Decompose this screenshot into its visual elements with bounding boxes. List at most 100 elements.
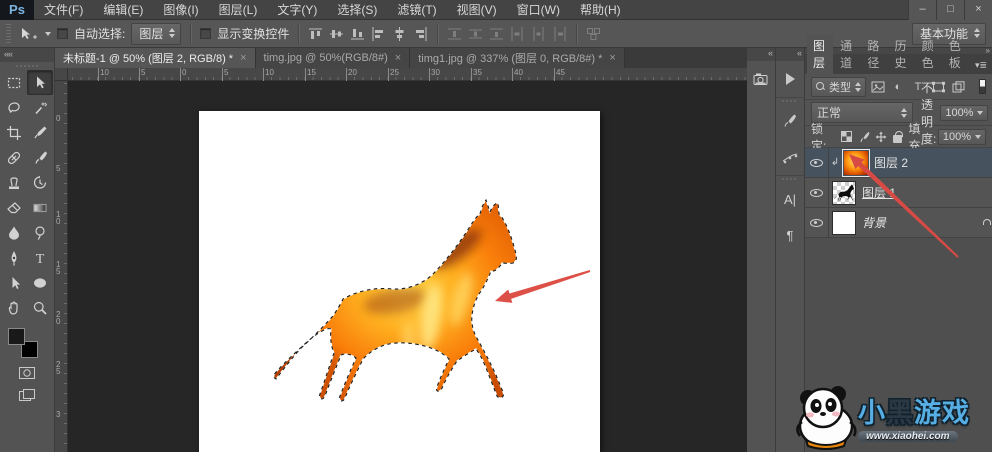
character-panel-icon[interactable]: A| — [778, 187, 802, 211]
background-thumbnail[interactable] — [832, 211, 856, 235]
tool-eraser[interactable] — [1, 195, 27, 220]
tool-lasso[interactable] — [1, 95, 27, 120]
tool-spot-healing-brush[interactable] — [1, 145, 27, 170]
filter-pixel-layers-icon[interactable] — [870, 79, 886, 94]
fill-dropdown[interactable]: 100% — [938, 129, 986, 145]
menu-edit[interactable]: 编辑(E) — [93, 0, 153, 20]
horizontal-ruler[interactable]: 10 5 0 5 10 15 20 25 30 35 40 45 — [68, 68, 747, 81]
filter-smart-objects-icon[interactable] — [950, 79, 966, 94]
visibility-cell[interactable] — [805, 208, 829, 237]
align-horizontal-centers-icon[interactable] — [392, 27, 407, 41]
tool-ellipse-shape[interactable] — [27, 270, 53, 295]
layer-name[interactable]: 图层 1 — [862, 184, 896, 201]
tool-move[interactable] — [27, 70, 53, 95]
brush-presets-panel-icon[interactable] — [778, 145, 802, 169]
document-tab-timg1[interactable]: timg1.jpg @ 337% (图层 0, RGB/8#) * × — [410, 48, 625, 68]
tool-brush[interactable] — [27, 145, 53, 170]
menu-type[interactable]: 文字(Y) — [267, 0, 327, 20]
quick-mask-icon[interactable] — [18, 366, 36, 380]
tab-color[interactable]: 颜色 — [916, 35, 942, 74]
opacity-dropdown[interactable]: 100% — [940, 105, 988, 121]
menu-file[interactable]: 文件(F) — [34, 0, 93, 20]
filter-kind-dropdown[interactable]: 类型 — [811, 77, 866, 97]
menu-layer[interactable]: 图层(L) — [209, 0, 268, 20]
close-button[interactable]: × — [964, 0, 992, 20]
tool-eyedropper[interactable] — [27, 120, 53, 145]
menu-select[interactable]: 选择(S) — [327, 0, 387, 20]
move-tool-icon[interactable] — [17, 26, 39, 42]
menu-image[interactable]: 图像(I) — [153, 0, 208, 20]
visibility-cell[interactable] — [805, 178, 829, 207]
tool-path-selection[interactable] — [1, 270, 27, 295]
eye-icon[interactable] — [810, 159, 823, 167]
tool-magic-wand[interactable] — [27, 95, 53, 120]
tool-zoom[interactable] — [27, 295, 53, 320]
eye-icon[interactable] — [810, 189, 823, 197]
tool-history-brush[interactable] — [27, 170, 53, 195]
distribute-bottom-icon[interactable] — [489, 27, 504, 41]
tool-gradient[interactable] — [27, 195, 53, 220]
eye-icon[interactable] — [810, 219, 823, 227]
tool-blur[interactable] — [1, 220, 27, 245]
menu-window[interactable]: 窗口(W) — [507, 0, 570, 20]
document-canvas[interactable] — [199, 111, 600, 452]
tab-close-icon[interactable]: × — [240, 52, 246, 64]
actions-panel-icon[interactable] — [778, 67, 802, 91]
panel-menu-icon[interactable]: ▾≣ — [970, 60, 992, 74]
tool-crop[interactable] — [1, 120, 27, 145]
menu-help[interactable]: 帮助(H) — [570, 0, 631, 20]
tool-dodge[interactable] — [27, 220, 53, 245]
tool-hand[interactable] — [1, 295, 27, 320]
lock-position-icon[interactable] — [874, 130, 887, 143]
distribute-top-icon[interactable] — [447, 27, 462, 41]
layer-name[interactable]: 图层 2 — [874, 154, 908, 171]
menu-filter[interactable]: 滤镜(T) — [387, 0, 446, 20]
distribute-vcenter-icon[interactable] — [468, 27, 483, 41]
brush-panel-icon[interactable] — [778, 109, 802, 133]
tab-paths[interactable]: 路径 — [861, 35, 887, 74]
tab-history[interactable]: 历史 — [888, 35, 914, 74]
layer1-thumbnail[interactable] — [832, 181, 856, 205]
document-tab-untitled[interactable]: 未标题-1 @ 50% (图层 2, RGB/8) * × — [55, 48, 256, 68]
tab-layers[interactable]: 图层 — [807, 35, 833, 74]
auto-align-layers-icon[interactable] — [586, 27, 601, 41]
document-tab-timg[interactable]: timg.jpg @ 50%(RGB/8#) × — [256, 48, 411, 68]
align-right-edges-icon[interactable] — [413, 27, 428, 41]
align-vertical-centers-icon[interactable] — [329, 27, 344, 41]
tab-close-icon[interactable]: × — [395, 52, 401, 64]
tab-swatches[interactable]: 色板 — [943, 35, 969, 74]
tool-pen[interactable] — [1, 245, 27, 270]
lock-all-icon[interactable] — [891, 130, 904, 143]
distribute-hcenter-icon[interactable] — [531, 27, 546, 41]
paragraph-panel-icon[interactable]: ¶ — [778, 223, 802, 247]
menu-view[interactable]: 视图(V) — [447, 0, 507, 20]
canvas-pasteboard[interactable]: 10 5 0 5 10 15 20 25 30 35 40 45 0 5 10 — [55, 68, 747, 452]
vertical-ruler[interactable]: 0 5 10 15 20 25 3 — [55, 81, 68, 452]
visibility-cell[interactable] — [805, 148, 829, 177]
auto-select-checkbox[interactable] — [57, 28, 68, 39]
lock-transparent-pixels-icon[interactable] — [840, 130, 853, 143]
tool-clone-stamp[interactable] — [1, 170, 27, 195]
layer-row-layer2[interactable]: ↳ 图层 2 — [805, 148, 992, 178]
history-panel-icon[interactable] — [749, 67, 773, 91]
layer-row-layer1[interactable]: 图层 1 — [805, 178, 992, 208]
filter-toggle-switch[interactable] — [979, 79, 986, 94]
minimize-button[interactable]: – — [908, 0, 936, 20]
tool-rectangular-marquee[interactable] — [1, 70, 27, 95]
tool-type[interactable]: T — [27, 245, 53, 270]
tool-preset-caret[interactable] — [45, 32, 51, 36]
distribute-left-icon[interactable] — [510, 27, 525, 41]
strip-collapse-icon[interactable]: « — [747, 48, 775, 61]
distribute-right-icon[interactable] — [552, 27, 567, 41]
layer-row-background[interactable]: 背景 — [805, 208, 992, 238]
tools-collapse-icon[interactable]: «« — [0, 48, 54, 62]
align-left-edges-icon[interactable] — [371, 27, 386, 41]
maximize-button[interactable]: □ — [936, 0, 964, 20]
screen-mode-icon[interactable] — [18, 388, 36, 402]
align-top-edges-icon[interactable] — [308, 27, 323, 41]
lock-image-pixels-icon[interactable] — [857, 130, 870, 143]
show-transform-checkbox[interactable] — [200, 28, 211, 39]
foreground-color-swatch[interactable] — [8, 328, 25, 345]
strip-collapse-icon[interactable]: « — [776, 48, 804, 61]
align-bottom-edges-icon[interactable] — [350, 27, 365, 41]
